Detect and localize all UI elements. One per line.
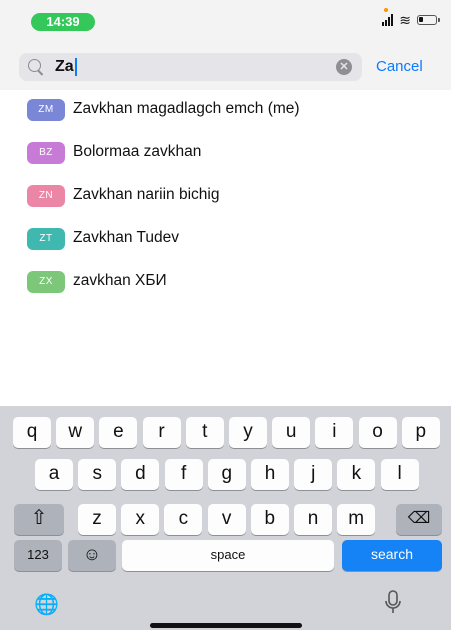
status-bar: 14:39 ≋ <box>0 0 451 44</box>
key-j[interactable]: j <box>294 459 333 490</box>
battery-level-fill <box>419 17 423 22</box>
globe-icon[interactable]: 🌐 <box>34 592 59 617</box>
key-b[interactable]: b <box>250 504 289 535</box>
key-k[interactable]: k <box>337 459 376 490</box>
cancel-button[interactable]: Cancel <box>376 58 423 75</box>
avatar: ZM <box>27 99 65 121</box>
list-item[interactable]: ZN Zavkhan nariin bichig <box>0 176 451 216</box>
contact-name: Zavkhan magadlagch emch (me) <box>73 100 300 117</box>
key-f[interactable]: f <box>164 459 203 490</box>
microphone-icon[interactable] <box>384 590 402 614</box>
home-indicator <box>150 623 302 628</box>
text-cursor <box>74 58 77 76</box>
avatar: ZT <box>27 228 65 250</box>
backspace-key-icon[interactable]: ⌫ <box>396 504 442 535</box>
key-p[interactable]: p <box>401 417 440 448</box>
list-item[interactable]: ZM Zavkhan magadlagch emch (me) <box>0 90 451 130</box>
privacy-indicator-dot <box>384 8 389 12</box>
avatar: ZX <box>27 271 65 293</box>
key-e[interactable]: e <box>99 417 138 448</box>
key-d[interactable]: d <box>121 459 160 490</box>
key-l[interactable]: l <box>380 459 419 490</box>
key-g[interactable]: g <box>207 459 246 490</box>
emoji-key-icon[interactable]: ☺ <box>68 540 116 571</box>
time-display: 14:39 <box>31 13 95 31</box>
wifi-icon: ≋ <box>399 12 411 28</box>
list-item[interactable]: BZ Bolormaa zavkhan <box>0 133 451 173</box>
avatar: BZ <box>27 142 65 164</box>
space-key[interactable]: space <box>122 540 334 571</box>
cellular-signal-icon <box>382 8 394 26</box>
key-w[interactable]: w <box>56 417 95 448</box>
keyboard: ⇧ ⌫ 123 ☺ space search 🌐 qwertyuiop asdfg… <box>0 406 451 630</box>
key-x[interactable]: x <box>121 504 160 535</box>
key-c[interactable]: c <box>164 504 203 535</box>
search-key[interactable]: search <box>342 540 442 571</box>
contact-name: zavkhan ХБИ <box>73 272 167 289</box>
clear-icon[interactable]: ✕ <box>336 59 352 75</box>
shift-key-icon[interactable]: ⇧ <box>14 504 64 535</box>
key-t[interactable]: t <box>185 417 224 448</box>
contact-name: Zavkhan Tudev <box>73 229 179 246</box>
key-u[interactable]: u <box>272 417 311 448</box>
key-r[interactable]: r <box>142 417 181 448</box>
list-item[interactable]: ZT Zavkhan Tudev <box>0 219 451 259</box>
key-a[interactable]: a <box>35 459 73 490</box>
key-i[interactable]: i <box>315 417 354 448</box>
key-z[interactable]: z <box>78 504 116 535</box>
battery-icon <box>417 15 440 25</box>
key-m[interactable]: m <box>337 504 376 535</box>
key-q[interactable]: q <box>13 417 51 448</box>
list-item[interactable]: ZX zavkhan ХБИ <box>0 262 451 302</box>
key-n[interactable]: n <box>294 504 332 535</box>
key-y[interactable]: y <box>229 417 267 448</box>
key-s[interactable]: s <box>78 459 117 490</box>
search-input[interactable]: Za ✕ <box>19 53 362 81</box>
key-v[interactable]: v <box>207 504 246 535</box>
contact-name: Bolormaa zavkhan <box>73 143 202 160</box>
status-icons: ≋ <box>382 8 440 28</box>
search-bar: Za ✕ Cancel <box>0 44 451 90</box>
numbers-key[interactable]: 123 <box>14 540 62 571</box>
contact-name: Zavkhan nariin bichig <box>73 186 220 203</box>
key-h[interactable]: h <box>251 459 289 490</box>
key-o[interactable]: o <box>358 417 397 448</box>
avatar: ZN <box>27 185 65 207</box>
search-icon <box>28 59 41 72</box>
search-query-text[interactable]: Za <box>55 58 77 76</box>
